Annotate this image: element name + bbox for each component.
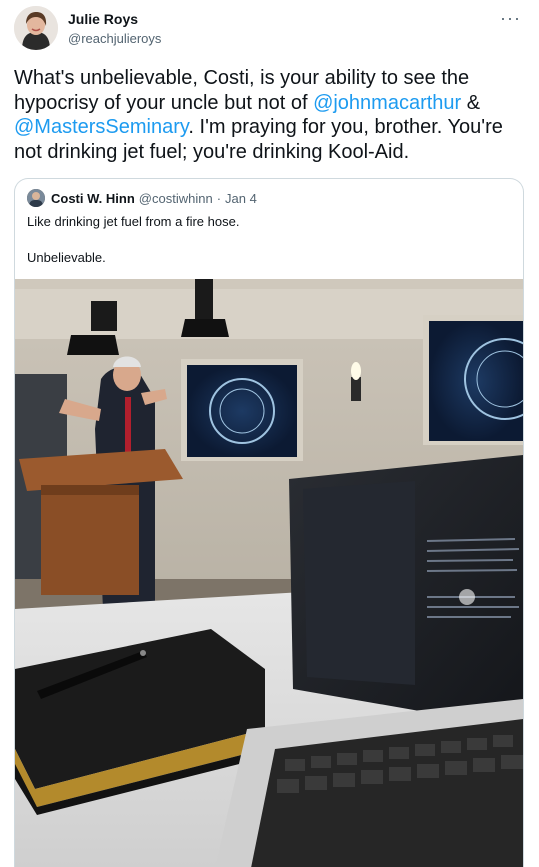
quoted-photo[interactable] bbox=[15, 279, 523, 867]
mention-link[interactable]: @MastersSeminary bbox=[14, 116, 188, 138]
tweet-text: What's unbelievable, Costi, is your abil… bbox=[14, 66, 526, 164]
tweet-text-part: & bbox=[461, 91, 481, 114]
author-info: Julie Roys @reachjulieroys bbox=[68, 11, 161, 47]
quoted-tweet-header: Costi W. Hinn @costiwhinn · Jan 4 bbox=[27, 189, 257, 207]
more-dots-icon[interactable]: ··· bbox=[500, 8, 521, 29]
author-name[interactable]: Julie Roys bbox=[68, 11, 161, 28]
quoted-text-line: Unbelievable. bbox=[27, 250, 106, 265]
quoted-author-name[interactable]: Costi W. Hinn bbox=[51, 191, 135, 206]
quoted-text-line: Like drinking jet fuel from a fire hose. bbox=[27, 214, 240, 229]
author-avatar[interactable] bbox=[14, 6, 58, 50]
quoted-author-avatar[interactable] bbox=[27, 189, 45, 207]
quoted-tweet[interactable]: Costi W. Hinn @costiwhinn · Jan 4 Like d… bbox=[14, 178, 524, 867]
quoted-author-handle[interactable]: @costiwhinn bbox=[139, 191, 213, 206]
mention-link[interactable]: @johnmacarthur bbox=[313, 92, 461, 114]
quoted-separator: · bbox=[216, 190, 222, 206]
quoted-date[interactable]: Jan 4 bbox=[225, 191, 257, 206]
tweet: Julie Roys @reachjulieroys ··· What's un… bbox=[0, 0, 539, 867]
author-handle[interactable]: @reachjulieroys bbox=[68, 30, 161, 47]
